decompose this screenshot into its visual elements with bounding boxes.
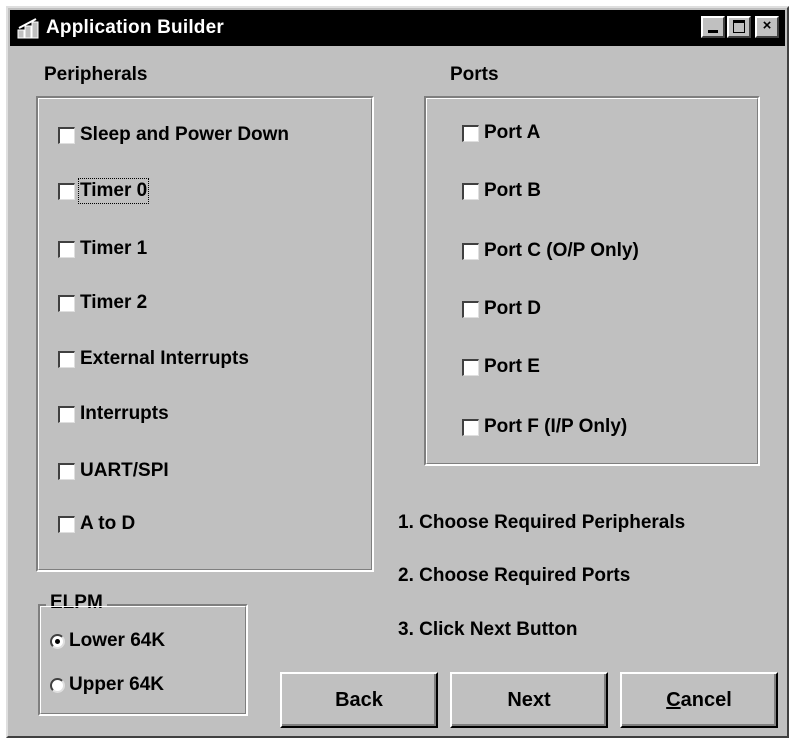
application-builder-window: Application Builder × Peripherals Sleep … (6, 6, 789, 738)
minimize-icon (708, 30, 718, 33)
peripheral-checkbox-timer1[interactable]: Timer 1 (58, 238, 147, 260)
window-title: Application Builder (46, 17, 224, 38)
checkbox-label: Interrupts (80, 403, 169, 424)
cancel-button[interactable]: Cancel (620, 672, 778, 728)
peripherals-heading: Peripherals (44, 64, 148, 85)
checkbox-label: Port E (484, 356, 540, 377)
checkbox-box[interactable] (58, 515, 75, 533)
peripheral-checkbox-timer2[interactable]: Timer 2 (58, 292, 147, 314)
checkbox-box[interactable] (58, 126, 75, 144)
checkbox-label: Port B (484, 180, 541, 201)
peripheral-checkbox-a-to-d[interactable]: A to D (58, 513, 135, 535)
checkbox-label: External Interrupts (80, 348, 249, 369)
checkbox-box[interactable] (58, 182, 75, 200)
checkbox-label: UART/SPI (80, 460, 169, 481)
ports-heading: Ports (450, 64, 499, 85)
maximize-icon (733, 20, 745, 33)
radio-button[interactable] (50, 677, 65, 693)
close-button[interactable]: × (755, 16, 779, 38)
title-buttons: × (701, 16, 779, 38)
port-checkbox-f[interactable]: Port F (I/P Only) (462, 416, 627, 438)
checkbox-label: Timer 0 (77, 178, 150, 204)
checkbox-label: Port A (484, 122, 541, 143)
radio-label: Lower 64K (69, 630, 166, 651)
ports-group: Port A Port B Port C (O/P Only) Port D P… (424, 96, 760, 466)
instruction-3: 3. Click Next Button (398, 619, 578, 640)
port-checkbox-c[interactable]: Port C (O/P Only) (462, 240, 639, 262)
checkbox-label: Port C (O/P Only) (484, 240, 639, 261)
elpm-radio-lower-64k[interactable]: Lower 64K (50, 630, 165, 652)
peripheral-checkbox-uart-spi[interactable]: UART/SPI (58, 460, 169, 482)
instruction-2: 2. Choose Required Ports (398, 565, 631, 586)
close-icon: × (762, 17, 772, 34)
title-bar[interactable]: Application Builder × (10, 10, 785, 46)
radio-label: Upper 64K (69, 674, 165, 695)
port-checkbox-d[interactable]: Port D (462, 298, 541, 320)
peripheral-checkbox-interrupts[interactable]: Interrupts (58, 403, 169, 425)
back-button[interactable]: Back (280, 672, 438, 728)
radio-button[interactable] (50, 633, 65, 649)
checkbox-box[interactable] (58, 240, 75, 258)
checkbox-box[interactable] (462, 182, 479, 200)
app-icon (16, 16, 42, 40)
checkbox-box[interactable] (462, 300, 479, 318)
instruction-1: 1. Choose Required Peripherals (398, 512, 686, 533)
checkbox-label: Timer 1 (80, 238, 148, 259)
checkbox-box[interactable] (58, 405, 75, 423)
checkbox-box[interactable] (462, 242, 479, 260)
elpm-group: ELPM Lower 64K Upper 64K (38, 592, 248, 716)
checkbox-box[interactable] (462, 418, 479, 436)
maximize-button[interactable] (727, 16, 751, 38)
next-button[interactable]: Next (450, 672, 608, 728)
port-checkbox-b[interactable]: Port B (462, 180, 541, 202)
peripherals-group: Sleep and Power Down Timer 0 Timer 1 Tim… (36, 96, 374, 572)
port-checkbox-a[interactable]: Port A (462, 122, 540, 144)
checkbox-label: A to D (80, 513, 136, 534)
checkbox-box[interactable] (462, 124, 479, 142)
checkbox-label: Port D (484, 298, 541, 319)
minimize-button[interactable] (701, 16, 725, 38)
peripheral-checkbox-timer0[interactable]: Timer 0 (58, 178, 150, 204)
elpm-radio-upper-64k[interactable]: Upper 64K (50, 674, 164, 696)
checkbox-label: Port F (I/P Only) (484, 416, 628, 437)
port-checkbox-e[interactable]: Port E (462, 356, 540, 378)
peripheral-checkbox-sleep[interactable]: Sleep and Power Down (58, 124, 289, 146)
elpm-heading: ELPM (46, 592, 107, 614)
checkbox-box[interactable] (462, 358, 479, 376)
checkbox-box[interactable] (58, 462, 75, 480)
checkbox-label: Sleep and Power Down (80, 124, 290, 145)
checkbox-box[interactable] (58, 350, 75, 368)
checkbox-label: Timer 2 (80, 292, 148, 313)
peripheral-checkbox-external-interrupts[interactable]: External Interrupts (58, 348, 249, 370)
checkbox-box[interactable] (58, 294, 75, 312)
